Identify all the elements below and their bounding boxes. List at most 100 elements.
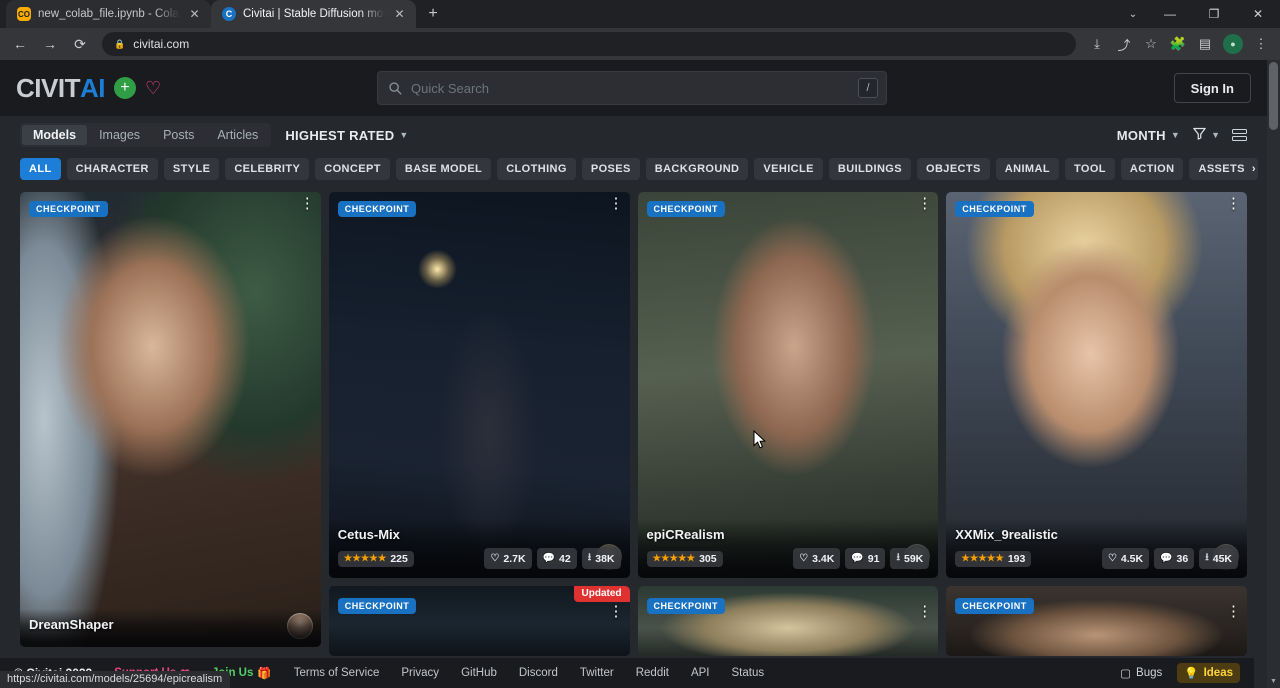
chip-clothing[interactable]: CLOTHING xyxy=(497,158,576,180)
back-arrow-icon[interactable]: ← xyxy=(6,30,34,58)
model-type-badge: CHECKPOINT xyxy=(647,201,726,217)
ideas-label: Ideas xyxy=(1204,667,1233,679)
model-card[interactable]: CHECKPOINT ⋮ XXMix_9realistic ★★★★★ 193 xyxy=(946,192,1247,578)
ideas-button[interactable]: 💡 Ideas xyxy=(1177,663,1240,683)
forward-arrow-icon[interactable]: → xyxy=(36,30,64,58)
chip-animal[interactable]: ANIMAL xyxy=(996,158,1059,180)
sign-in-button[interactable]: Sign In xyxy=(1174,73,1251,103)
model-card[interactable]: CHECKPOINT ⋮ xyxy=(638,586,939,656)
chip-style[interactable]: STYLE xyxy=(164,158,219,180)
model-card[interactable]: CHECKPOINT ⋮ xyxy=(946,586,1247,656)
chip-assets[interactable]: ASSETS › xyxy=(1189,158,1257,180)
chip-poses[interactable]: POSES xyxy=(582,158,640,180)
footer-link-discord[interactable]: Discord xyxy=(519,667,558,679)
install-icon[interactable]: ⤓ xyxy=(1084,31,1110,57)
downloads-pill: ⭳ 38K xyxy=(582,548,621,569)
model-title: epiCRealism xyxy=(647,527,930,542)
footer-link-privacy[interactable]: Privacy xyxy=(401,667,439,679)
footer-link-github[interactable]: GitHub xyxy=(461,667,497,679)
address-bar[interactable]: 🔒 civitai.com xyxy=(102,32,1076,56)
period-value: MONTH xyxy=(1117,128,1166,143)
close-icon[interactable]: ✕ xyxy=(392,7,407,22)
logo-area: CIVITAI + ♡ xyxy=(16,73,161,104)
tab-search-icon[interactable]: ⌄ xyxy=(1118,0,1148,28)
model-type-badge: CHECKPOINT xyxy=(338,201,417,217)
profile-avatar-icon[interactable]: ● xyxy=(1223,34,1243,54)
downloads-pill: ⭳ 45K xyxy=(1199,548,1238,569)
model-preview-image xyxy=(946,586,1247,656)
close-icon[interactable]: ✕ xyxy=(187,7,202,22)
bugs-label: Bugs xyxy=(1136,667,1162,679)
search-input[interactable]: Quick Search / xyxy=(377,71,887,105)
close-icon[interactable]: ✕ xyxy=(1236,0,1280,28)
footer-link-terms[interactable]: Terms of Service xyxy=(294,667,380,679)
comments-pill: 💬 91 xyxy=(845,548,885,569)
tab-posts[interactable]: Posts xyxy=(152,125,205,145)
card-menu-button[interactable]: ⋮ xyxy=(1226,199,1240,208)
three-dot-menu-icon[interactable]: ⋮ xyxy=(1248,31,1274,57)
browser-tab-colab[interactable]: CO new_colab_file.ipynb - Colaborat ✕ xyxy=(6,0,211,28)
chip-all[interactable]: ALL xyxy=(20,158,61,180)
tab-images[interactable]: Images xyxy=(88,125,151,145)
card-menu-button[interactable]: ⋮ xyxy=(917,607,931,616)
chip-objects[interactable]: OBJECTS xyxy=(917,158,990,180)
bookmark-star-icon[interactable]: ☆ xyxy=(1138,31,1164,57)
model-title: DreamShaper xyxy=(29,617,312,632)
maximize-icon[interactable]: ❐ xyxy=(1192,0,1236,28)
reload-icon[interactable]: ⟳ xyxy=(66,30,94,58)
sort-dropdown[interactable]: HIGHEST RATED ▼ xyxy=(285,128,408,143)
new-tab-button[interactable]: + xyxy=(420,1,446,27)
lock-icon: 🔒 xyxy=(114,39,125,50)
chip-vehicle[interactable]: VEHICLE xyxy=(754,158,822,180)
chip-celebrity[interactable]: CELEBRITY xyxy=(225,158,309,180)
chip-concept[interactable]: CONCEPT xyxy=(315,158,390,180)
chip-label: ASSETS xyxy=(1198,163,1244,175)
footer-link-twitter[interactable]: Twitter xyxy=(580,667,614,679)
tab-models[interactable]: Models xyxy=(22,125,87,145)
heart-icon: ♡ xyxy=(490,553,499,564)
scroll-down-arrow-icon[interactable]: ▼ xyxy=(1267,675,1280,688)
downloads-count: 38K xyxy=(595,553,614,565)
card-menu-button[interactable]: ⋮ xyxy=(609,199,623,208)
card-menu-button[interactable]: ⋮ xyxy=(300,199,314,208)
share-icon[interactable]: ⤴ xyxy=(1111,31,1137,57)
footer-link-status[interactable]: Status xyxy=(732,667,765,679)
model-preview-image xyxy=(638,586,939,656)
filter-button[interactable]: ▼ xyxy=(1192,126,1220,144)
model-card[interactable]: CHECKPOINT ⋮ DreamShaper xyxy=(20,192,321,647)
chip-action[interactable]: ACTION xyxy=(1121,158,1184,180)
page-scrollbar[interactable]: ▼ xyxy=(1267,60,1280,688)
model-card[interactable]: CHECKPOINT ⋮ epiCRealism ★★★★★ 305 xyxy=(638,192,939,578)
civitai-logo[interactable]: CIVITAI xyxy=(16,73,105,104)
chip-base-model[interactable]: BASE MODEL xyxy=(396,158,491,180)
card-menu-button[interactable]: ⋮ xyxy=(609,607,623,616)
browser-tab-civitai[interactable]: C Civitai | Stable Diffusion models, ✕ xyxy=(211,0,416,28)
model-card[interactable]: CHECKPOINT Updated ⋮ xyxy=(329,586,630,656)
layout-toggle-icon[interactable] xyxy=(1232,129,1247,141)
content-toolbar: Models Images Posts Articles HIGHEST RAT… xyxy=(0,116,1267,154)
bugs-button[interactable]: ▢ Bugs xyxy=(1113,663,1169,683)
card-footer: XXMix_9realistic ★★★★★ 193 ♡ xyxy=(946,519,1247,578)
tab-articles[interactable]: Articles xyxy=(206,125,269,145)
downloads-count: 45K xyxy=(1213,553,1232,565)
card-menu-button[interactable]: ⋮ xyxy=(1226,607,1240,616)
chip-tool[interactable]: TOOL xyxy=(1065,158,1115,180)
chip-character[interactable]: CHARACTER xyxy=(67,158,158,180)
footer-link-reddit[interactable]: Reddit xyxy=(636,667,669,679)
footer-link-api[interactable]: API xyxy=(691,667,710,679)
model-card[interactable]: CHECKPOINT ⋮ Cetus-Mix ★★★★★ 225 xyxy=(329,192,630,578)
likes-pill: ♡ 3.4K xyxy=(793,548,840,569)
create-button[interactable]: + xyxy=(114,77,136,99)
chip-background[interactable]: BACKGROUND xyxy=(646,158,749,180)
site-header: CIVITAI + ♡ Quick Search / xyxy=(0,60,1267,116)
extensions-puzzle-icon[interactable]: 🧩 xyxy=(1165,31,1191,57)
chip-buildings[interactable]: BUILDINGS xyxy=(829,158,911,180)
scrollbar-thumb[interactable] xyxy=(1269,62,1278,130)
period-dropdown[interactable]: MONTH ▼ xyxy=(1117,128,1180,143)
minimize-icon[interactable]: — xyxy=(1148,0,1192,28)
likes-count: 2.7K xyxy=(503,553,525,565)
card-menu-button[interactable]: ⋮ xyxy=(917,199,931,208)
side-panel-icon[interactable]: ▤ xyxy=(1192,31,1218,57)
heart-icon[interactable]: ♡ xyxy=(145,78,161,99)
browser-window: CO new_colab_file.ipynb - Colaborat ✕ C … xyxy=(0,0,1280,688)
